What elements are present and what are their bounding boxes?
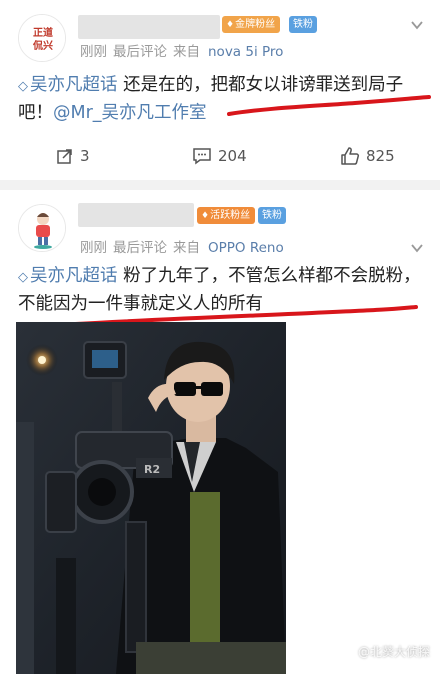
- weibo-post-2: ♦活跃粉丝 铁粉 刚刚 最后评论 来自 OPPO Reno ◇ 吴亦凡超话 粉了九年了，…: [0, 190, 440, 674]
- diamond-icon: ♦: [201, 211, 210, 221]
- watermark-text: @北葵大侦探: [357, 645, 430, 659]
- post-text: ◇ 吴亦凡超话 还是在的，把都女以诽谤罪送到局子吧！@Mr_吴亦凡工作室: [18, 72, 428, 127]
- action-bar: 3 204 825: [0, 140, 440, 172]
- like-button[interactable]: 825: [340, 140, 395, 172]
- post-meta: 刚刚 最后评论 来自 nova 5i Pro: [80, 40, 283, 60]
- chevron-down-icon[interactable]: [410, 18, 424, 32]
- diamond-icon: ♦: [226, 20, 235, 30]
- comment-button[interactable]: 204: [192, 140, 247, 172]
- photo-illustration: R2: [16, 322, 286, 674]
- fan-level-badge: ♦活跃粉丝: [197, 207, 256, 224]
- topic-link[interactable]: ◇ 吴亦凡超话: [18, 266, 118, 286]
- post-meta: 刚刚 最后评论 来自 OPPO Reno: [80, 236, 284, 256]
- weibo-logo-icon: [340, 646, 355, 658]
- from-label: 来自: [173, 44, 200, 60]
- watermark: @北葵大侦探: [340, 643, 430, 660]
- last-comment-label: 最后评论: [113, 240, 167, 256]
- username-blurred[interactable]: [78, 203, 194, 227]
- like-icon: [341, 147, 360, 165]
- avatar[interactable]: [18, 204, 66, 252]
- post-divider: [0, 180, 440, 190]
- repost-count: 3: [80, 147, 90, 165]
- diamond-icon: ◇: [18, 79, 28, 94]
- iron-fan-badge: 铁粉: [258, 207, 286, 224]
- svg-text:侃兴: 侃兴: [32, 39, 53, 52]
- repost-button[interactable]: 3: [56, 140, 90, 172]
- chevron-down-icon[interactable]: [410, 241, 424, 255]
- username-blurred[interactable]: [78, 15, 220, 39]
- repost-icon: [57, 149, 72, 164]
- iron-fan-badge: 铁粉: [289, 16, 317, 33]
- last-comment-label: 最后评论: [113, 44, 167, 60]
- device-source[interactable]: nova 5i Pro: [208, 44, 283, 60]
- like-count: 825: [366, 147, 395, 165]
- device-source[interactable]: OPPO Reno: [208, 240, 284, 256]
- comment-count: 204: [218, 147, 247, 165]
- topic-link[interactable]: ◇ 吴亦凡超话: [18, 75, 118, 95]
- post-image[interactable]: R2: [16, 322, 286, 674]
- fan-level-badge: ♦金牌粉丝: [222, 16, 281, 33]
- post-time: 刚刚: [80, 44, 107, 60]
- avatar[interactable]: 正道 侃兴: [18, 14, 66, 62]
- svg-text:正道: 正道: [33, 26, 53, 39]
- diamond-icon: ◇: [18, 270, 28, 285]
- svg-text:R2: R2: [144, 463, 160, 476]
- comment-icon: [193, 148, 211, 165]
- avatar-image: [19, 205, 65, 251]
- avatar-image: 正道 侃兴: [19, 15, 65, 61]
- mention-link[interactable]: @Mr_吴亦凡工作室: [53, 103, 207, 123]
- post-time: 刚刚: [80, 240, 107, 256]
- weibo-post-1: 正道 侃兴 ♦金牌粉丝 铁粉 刚刚 最后评论 来自 nova 5i Pro ◇ 吴亦凡超…: [0, 0, 440, 180]
- from-label: 来自: [173, 240, 200, 256]
- post-text: ◇ 吴亦凡超话 粉了九年了，不管怎么样都不会脱粉，不能因为一件事就定义人的所有: [18, 263, 426, 318]
